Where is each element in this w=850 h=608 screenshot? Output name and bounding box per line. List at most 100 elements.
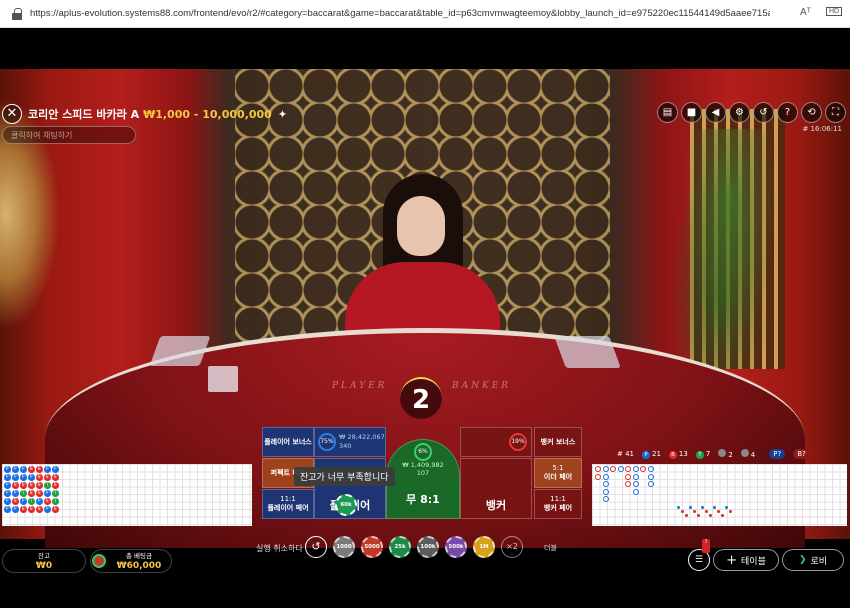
big-road-mark xyxy=(632,466,639,472)
either-pair-odds: 5:1 xyxy=(552,464,564,472)
banker-predict-button[interactable]: B? xyxy=(793,449,810,459)
balance-value: ₩0 xyxy=(35,561,53,571)
bet-timer: 2 xyxy=(400,377,442,419)
fullscreen-icon[interactable]: ⛶ xyxy=(825,102,846,123)
bead-dot: P xyxy=(4,490,11,497)
banker-spot[interactable]: 뱅커 xyxy=(460,458,532,519)
plant-decor xyxy=(675,129,785,369)
bead-dot: P xyxy=(20,466,27,473)
lobby-button-label: 로비 xyxy=(810,556,828,567)
player-predict-button[interactable]: P? xyxy=(769,449,786,459)
table-banker-label: BANKER xyxy=(452,381,512,391)
small-road-mark xyxy=(709,514,712,517)
big-road-mark xyxy=(625,466,631,472)
video-icon[interactable]: ■ xyxy=(681,102,702,123)
small-road-mark xyxy=(721,514,724,517)
help-icon[interactable]: ? xyxy=(777,102,798,123)
banker-stats: 19% xyxy=(460,427,532,457)
table-player-label: PLAYER xyxy=(332,381,388,391)
player-bonus-spot[interactable]: 플레이어 보너스 xyxy=(262,427,314,457)
placed-chip[interactable]: 60k xyxy=(335,494,357,516)
player-pairs-count: 2 xyxy=(728,451,733,459)
chat-input[interactable] xyxy=(2,126,136,144)
big-road[interactable] xyxy=(592,464,847,526)
chip-stack-icon xyxy=(92,554,106,568)
rotate-icon[interactable]: ⟲ xyxy=(801,102,822,123)
double-label: 더블 xyxy=(544,544,557,552)
big-road-mark xyxy=(595,466,601,472)
banker-pair-odds: 11:1 xyxy=(550,495,566,503)
bead-dot: B xyxy=(28,506,35,513)
small-road-mark xyxy=(685,514,688,517)
plus-icon: + xyxy=(726,552,738,568)
total-bet-value: ₩60,000 xyxy=(116,561,162,571)
player-pair-odds: 11:1 xyxy=(280,495,296,503)
player-pair-spot[interactable]: 11:1 플레이어 페어 xyxy=(262,489,314,519)
chip-1000[interactable]: 1000 xyxy=(333,536,355,558)
either-pair-spot[interactable]: 5:1 이더 페어 xyxy=(534,458,582,488)
chip-5000[interactable]: 5000 xyxy=(361,536,383,558)
hd-icon[interactable]: HD xyxy=(826,7,843,16)
tie-pool-amount: ₩ 1,409,982 xyxy=(402,461,444,469)
big-road-mark xyxy=(632,481,639,487)
sound-icon[interactable]: ◀ xyxy=(705,102,726,123)
small-road-mark xyxy=(701,506,704,509)
tie-bettor-count: 107 xyxy=(416,469,430,477)
bead-dot: B xyxy=(44,474,51,481)
url-field[interactable]: https://aplus-evolution.systems88.com/fr… xyxy=(30,8,770,19)
tie-wins-count: 7 xyxy=(705,449,711,458)
small-road-mark xyxy=(729,510,732,513)
table-title: 코리안 스피드 바카라 A xyxy=(28,108,140,121)
banker-dot-icon: B xyxy=(668,450,677,459)
undo-label: 실행 취소하다 xyxy=(256,544,303,553)
lobby-button[interactable]: ❯ 로비 xyxy=(782,549,844,571)
tie-label: 무 8:1 xyxy=(406,493,440,506)
bead-dot: P xyxy=(20,498,27,505)
read-aloud-icon[interactable]: Aᵀ xyxy=(800,7,811,18)
tie-dot-icon: T xyxy=(695,450,704,459)
chip-100k[interactable]: 100k xyxy=(417,536,439,558)
round-stats: # 41 P 21 B 13 T7 2 4 P? B? xyxy=(617,449,810,459)
history-icon[interactable]: ↺ xyxy=(753,102,774,123)
bead-dot: P xyxy=(36,498,43,505)
banker-bonus-spot[interactable]: 뱅커 보너스 xyxy=(534,427,582,457)
bead-dot: B xyxy=(44,498,51,505)
banker-pair-spot[interactable]: 11:1 뱅커 페어 xyxy=(534,489,582,519)
bead-dot: P xyxy=(4,506,11,513)
big-road-mark xyxy=(602,466,609,472)
bead-dot: P xyxy=(12,490,19,497)
settings-icon[interactable]: ⚙ xyxy=(729,102,750,123)
either-pair-label: 이더 페어 xyxy=(543,473,573,481)
big-road-mark xyxy=(602,481,609,487)
game-viewport: PLAYER BANKER 2 ✕ 코리안 스피드 바카라 A ₩1,000 -… xyxy=(0,28,850,608)
big-road-mark xyxy=(602,488,609,495)
bead-dot: P xyxy=(12,506,19,513)
close-icon[interactable]: ✕ xyxy=(2,104,22,124)
chip-25k[interactable]: 25k xyxy=(389,536,411,558)
double-button[interactable]: ×2 xyxy=(501,536,523,558)
total-bet-label: 총 베팅금 xyxy=(126,552,152,560)
banker-wins: B 13 xyxy=(668,450,688,459)
lobby-arrow-icon: ❯ xyxy=(798,555,807,565)
bead-dot: P xyxy=(4,482,11,489)
favorite-icon[interactable]: ✦ xyxy=(278,108,287,121)
bead-dot: B xyxy=(20,506,27,513)
insufficient-balance-tooltip: 잔고가 너무 부족합니다 xyxy=(294,467,395,486)
bead-dot: B xyxy=(36,474,43,481)
bead-dot: B xyxy=(36,466,43,473)
big-road-mark xyxy=(647,481,654,487)
banker-pair-label: 뱅커 페어 xyxy=(543,504,573,512)
bead-dot: P xyxy=(12,466,19,473)
tie-spot[interactable]: 6% ₩ 1,409,982 107 무 8:1 xyxy=(386,439,460,519)
table-button[interactable]: + 테이블 xyxy=(713,549,779,571)
bet-limits[interactable]: ₩1,000 - 10,000,000 xyxy=(143,108,272,121)
bead-dot: B xyxy=(28,482,35,489)
bead-road[interactable]: PPPPPPPPBPBPPPBTPBBPBBTBBBBBPBPBTPBPPBBT… xyxy=(2,464,252,526)
undo-icon[interactable]: ↺ xyxy=(305,536,327,558)
tie-percent: 6% xyxy=(414,443,432,461)
chip-500k[interactable]: 500k xyxy=(445,536,467,558)
chip-1m[interactable]: 1M xyxy=(473,536,495,558)
chat-icon[interactable]: ▤ xyxy=(657,102,678,123)
bead-dot: T xyxy=(28,498,35,505)
player-pairs: 2 xyxy=(718,449,733,459)
